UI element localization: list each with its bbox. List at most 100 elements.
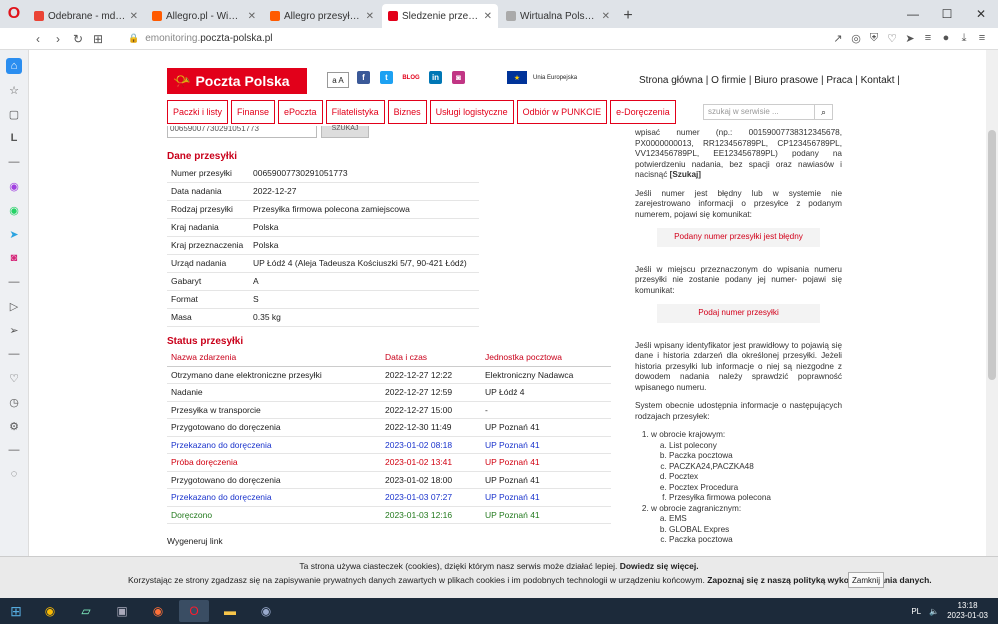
profile-icon[interactable]: ●: [940, 32, 952, 45]
facebook-icon[interactable]: f: [357, 71, 370, 84]
firefox-icon[interactable]: ◉: [143, 600, 173, 622]
empty-hint: Podaj numer przesyłki: [657, 304, 820, 323]
share-icon[interactable]: ↗: [832, 32, 844, 45]
maximize-icon[interactable]: ☐: [930, 0, 964, 28]
nav-item[interactable]: Paczki i listy: [167, 100, 229, 124]
speaker-icon[interactable]: 🔈: [929, 607, 939, 616]
tracking-number-input[interactable]: 00659007730291051773: [167, 126, 317, 138]
whatsapp-icon[interactable]: ◉: [6, 202, 22, 218]
nav-item[interactable]: Usługi logistyczne: [429, 100, 514, 124]
messenger-icon[interactable]: ◉: [6, 178, 22, 194]
settings-icon[interactable]: ≡: [922, 32, 934, 45]
status-title: Status przesyłki: [167, 336, 244, 347]
cookie-close-button[interactable]: Zamknij: [848, 572, 884, 588]
close-window-icon[interactable]: ✕: [964, 0, 998, 28]
flow-icon[interactable]: ➤: [904, 32, 916, 45]
clock[interactable]: 13:18 2023-01-03: [947, 601, 988, 621]
minimize-icon[interactable]: —: [896, 0, 930, 28]
instagram-icon[interactable]: ◙: [6, 250, 22, 266]
opera-menu-icon[interactable]: O: [0, 0, 28, 28]
cookie-policy-link[interactable]: Zapoznaj się z naszą polityką wykorzysty…: [707, 575, 931, 585]
browser-tab[interactable]: Śledzenie przesyłek - Track ✕: [382, 4, 498, 28]
minus-icon[interactable]: —: [6, 346, 22, 362]
search-button[interactable]: SZUKAJ: [321, 125, 369, 138]
menu-icon[interactable]: ≡: [976, 32, 988, 45]
nav-item[interactable]: Finanse: [231, 100, 276, 124]
table-row: Otrzymano dane elektroniczne przesyłki 20…: [167, 366, 611, 384]
camera-icon[interactable]: ◎: [850, 32, 862, 45]
browser-tab[interactable]: Odebrane - mdrogeria@gr ✕: [28, 4, 144, 28]
event-unit: UP Poznań 41: [481, 453, 611, 472]
font-size-button[interactable]: a A: [327, 72, 349, 88]
twitter-icon[interactable]: t: [380, 71, 393, 84]
l-icon[interactable]: L: [6, 130, 22, 146]
new-tab-button[interactable]: +: [618, 4, 638, 28]
close-tab-icon[interactable]: ✕: [130, 11, 138, 22]
cookie-more-link[interactable]: Dowiedz się więcej.: [620, 561, 699, 571]
generate-link[interactable]: Wygeneruj link: [167, 536, 223, 546]
bag-icon[interactable]: ▢: [6, 106, 22, 122]
blog-icon[interactable]: BLOG: [402, 71, 420, 84]
dane-title: Dane przesyłki: [167, 151, 238, 162]
minus-icon[interactable]: —: [6, 154, 22, 170]
field-label: Kraj przeznaczenia: [167, 236, 249, 255]
send-icon[interactable]: ➢: [6, 322, 22, 338]
heart-icon[interactable]: ♡: [886, 32, 898, 45]
event-date: 2022-12-27 12:59: [381, 383, 481, 402]
forward-icon[interactable]: ›: [48, 32, 68, 46]
windows-start-icon[interactable]: ⊞: [0, 603, 32, 620]
nav-item[interactable]: Biznes: [387, 100, 427, 124]
shield-icon[interactable]: ⛨: [868, 32, 880, 45]
close-tab-icon[interactable]: ✕: [248, 11, 256, 22]
player-icon[interactable]: ▷: [6, 298, 22, 314]
telegram-icon[interactable]: ➤: [6, 226, 22, 242]
bulb-icon[interactable]: ◌: [6, 466, 22, 482]
back-icon[interactable]: ‹: [28, 32, 48, 46]
close-tab-icon[interactable]: ✕: [366, 11, 374, 22]
main-nav: Paczki i listy Finanse ePoczta Filatelistyk…: [167, 100, 676, 124]
browser-tab[interactable]: Allegro.pl - Więcej niż aukc ✕: [146, 4, 262, 28]
opera-icon[interactable]: O: [179, 600, 209, 622]
address-bar: ‹ › ↻ ⊞ 🔒 emonitoring.poczta-polska.pl ↗…: [0, 28, 998, 50]
notepad-icon[interactable]: ▱: [71, 600, 101, 622]
nav-item[interactable]: Odbiór w PUNKCIE: [516, 100, 608, 124]
search-icon[interactable]: ⌕: [815, 104, 833, 120]
minus-icon[interactable]: —: [6, 274, 22, 290]
close-tab-icon[interactable]: ✕: [602, 11, 610, 22]
nav-item[interactable]: Filatelistyka: [325, 100, 385, 124]
language-indicator[interactable]: PL: [911, 607, 921, 616]
minus-icon[interactable]: —: [6, 442, 22, 458]
nav-item[interactable]: e-Doręczenia: [610, 100, 676, 124]
heart-icon[interactable]: ♡: [6, 370, 22, 386]
instagram-icon[interactable]: ◙: [452, 71, 465, 84]
site-search-input[interactable]: szukaj w serwisie ...: [703, 104, 815, 120]
shipment-types-list: w obrocie krajowym: List poleconyPaczka …: [651, 430, 842, 546]
poczta-polska-logo[interactable]: 📯 Poczta Polska: [167, 68, 307, 94]
cookie-bar: Ta strona używa ciasteczek (cookies), dz…: [0, 556, 998, 598]
star-icon[interactable]: ☆: [6, 82, 22, 98]
home-icon[interactable]: ⌂: [6, 58, 22, 74]
tabs-grid-icon[interactable]: ⊞: [88, 32, 108, 46]
reload-icon[interactable]: ↻: [68, 32, 88, 46]
event-date: 2022-12-27 12:22: [381, 366, 481, 384]
nav-item[interactable]: ePoczta: [278, 100, 323, 124]
event-name: Przesyłka w transporcie: [167, 401, 381, 419]
folder-icon[interactable]: ▬: [215, 600, 245, 622]
table-row: Doręczono 2023-01-03 12:16 UP Poznań 41: [167, 506, 611, 524]
top-links[interactable]: Strona główna | O firmie | Biuro prasowe…: [639, 75, 900, 86]
linkedin-icon[interactable]: in: [429, 71, 442, 84]
url-field[interactable]: 🔒 emonitoring.poczta-polska.pl: [128, 33, 273, 44]
chrome-alt-icon[interactable]: ◉: [251, 600, 281, 622]
gear-icon[interactable]: ⚙: [6, 418, 22, 434]
event-name: Otrzymano dane elektroniczne przesyłki: [167, 366, 381, 384]
chrome-icon[interactable]: ◉: [35, 600, 65, 622]
download-icon[interactable]: ⤓: [958, 32, 970, 45]
browser-tab[interactable]: Wirtualna Polska - Wszystko ✕: [500, 4, 616, 28]
close-tab-icon[interactable]: ✕: [484, 11, 492, 22]
scrollbar-thumb[interactable]: [988, 130, 996, 380]
history-icon[interactable]: ◷: [6, 394, 22, 410]
page-scrollbar[interactable]: [986, 50, 998, 556]
event-date: 2022-12-30 11:49: [381, 418, 481, 437]
browser-tab[interactable]: Allegro przesyłka polecona ✕: [264, 4, 380, 28]
explorer-icon[interactable]: ▣: [107, 600, 137, 622]
